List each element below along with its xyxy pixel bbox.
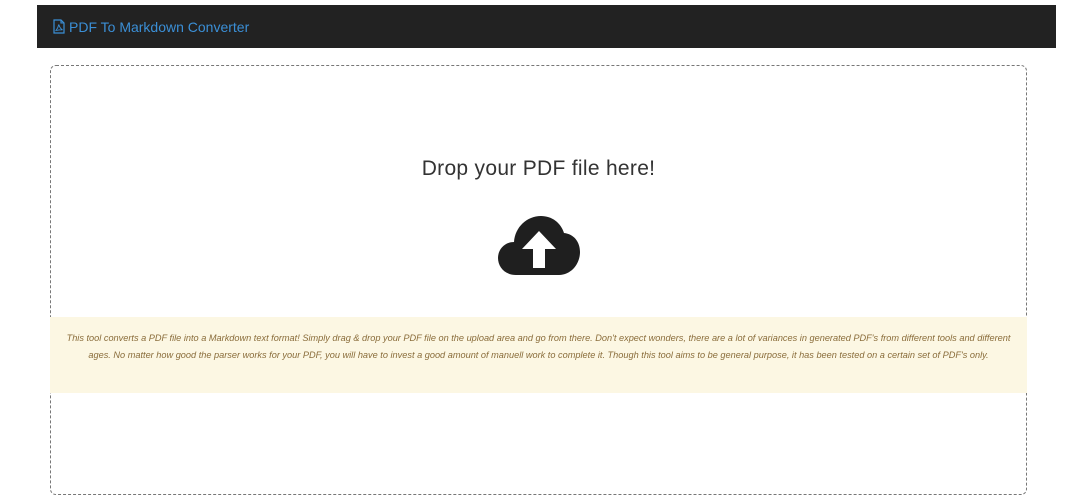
top-navbar: PDF To Markdown Converter bbox=[37, 5, 1056, 48]
info-notice: This tool converts a PDF file into a Mar… bbox=[50, 317, 1027, 393]
drop-title: Drop your PDF file here! bbox=[421, 157, 656, 180]
upload-dropzone[interactable]: Drop your PDF file here! This tool conve… bbox=[50, 65, 1027, 495]
file-pdf-icon bbox=[53, 19, 65, 34]
brand-label: PDF To Markdown Converter bbox=[69, 18, 250, 35]
brand-link[interactable]: PDF To Markdown Converter bbox=[53, 19, 249, 35]
cloud-upload-icon bbox=[497, 213, 581, 277]
